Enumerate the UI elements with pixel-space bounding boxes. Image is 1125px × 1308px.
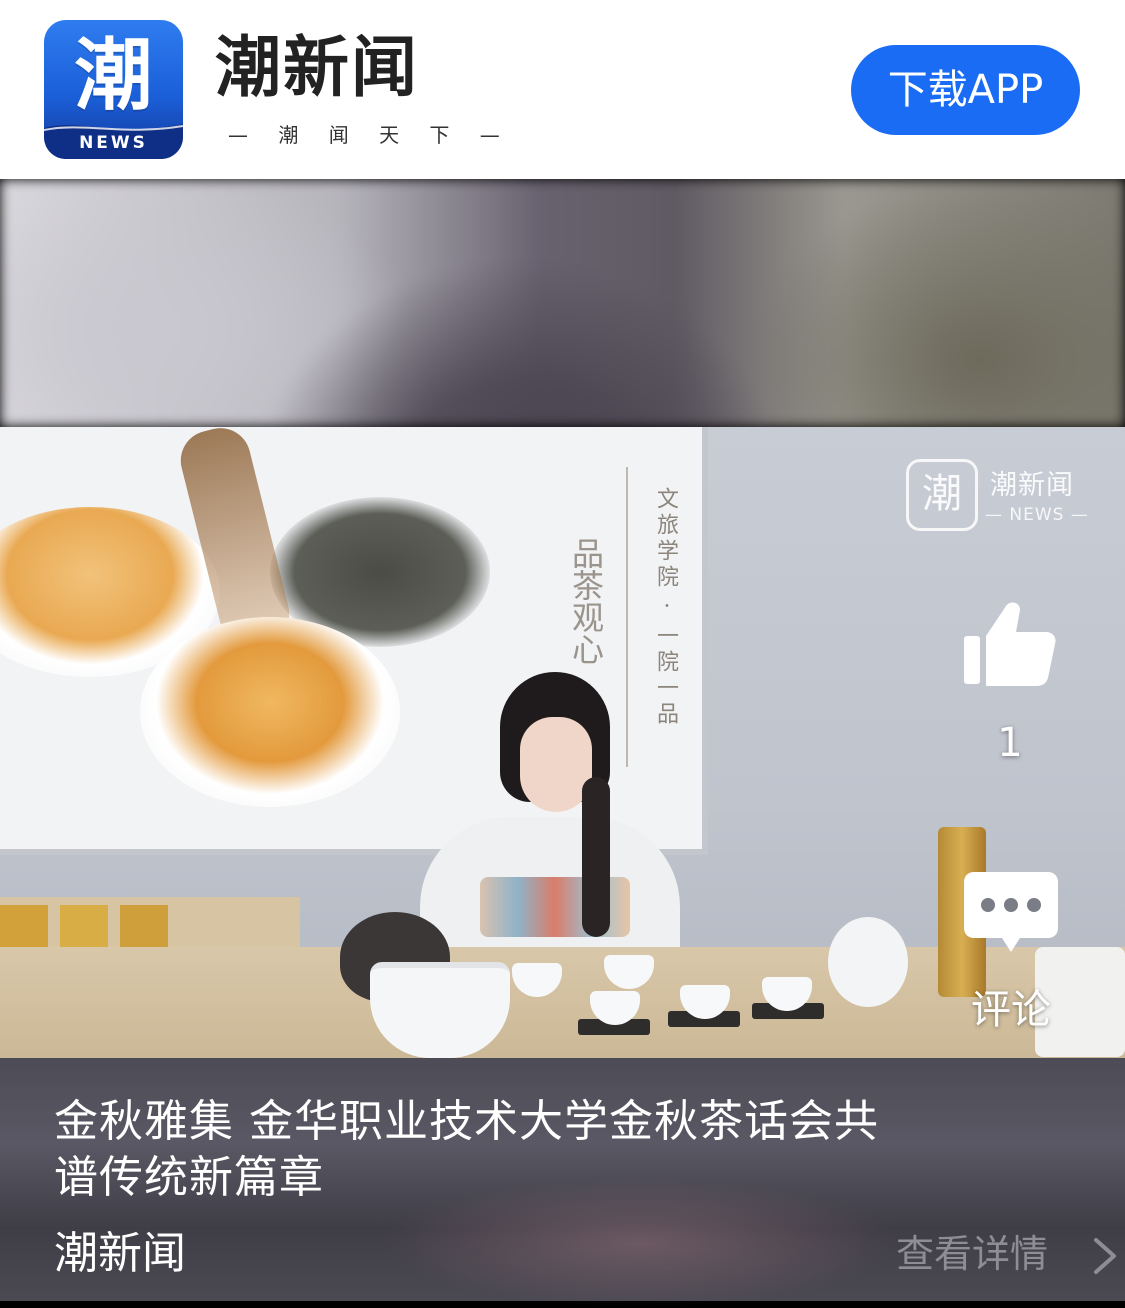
scene-white-vase	[828, 917, 908, 1007]
screen-text-side: 文旅学院 · 一院一品	[653, 487, 678, 728]
thumbs-up-icon[interactable]	[962, 598, 1058, 690]
article-source: 潮新闻	[54, 1228, 186, 1279]
app-slogan: — 潮 闻 天 下 —	[228, 123, 512, 147]
logo-news-text: NEWS	[79, 133, 148, 153]
screen-divider	[626, 467, 628, 767]
like-count: 1	[997, 720, 1023, 766]
watermark-news: — NEWS —	[985, 505, 1089, 525]
scene-person-braid	[582, 777, 610, 937]
app-header: 潮 NEWS 潮新闻 — 潮 闻 天 下 — 下载APP	[0, 0, 1125, 179]
app-name: 潮新闻	[215, 29, 419, 106]
download-app-button[interactable]: 下载APP	[851, 45, 1080, 135]
watermark-logo: 潮	[906, 459, 978, 531]
video-player[interactable]: 品茶观心 文旅学院 · 一院一品 潮 潮新闻 — NEWS —	[0, 427, 1125, 1058]
comment-label[interactable]: 评论	[952, 986, 1070, 1034]
scene-tea-bowl	[140, 617, 400, 807]
blurred-video-background	[0, 179, 1125, 427]
chat-bubble-icon[interactable]	[964, 872, 1058, 956]
watermark-name: 潮新闻	[990, 470, 1074, 501]
screen-text-main: 品茶观心	[567, 537, 605, 665]
chevron-right-icon[interactable]	[1090, 1236, 1120, 1276]
blurred-backdrop	[0, 179, 1125, 427]
view-details-link[interactable]: 查看详情	[896, 1226, 1048, 1282]
scene-large-bowl	[370, 962, 510, 1058]
article-title[interactable]: 金秋雅集 金华职业技术大学金秋茶话会共谱传统新篇章	[54, 1094, 884, 1206]
logo-char: 潮	[74, 30, 153, 121]
app-logo: 潮 NEWS	[44, 20, 183, 159]
watermark-logo-char: 潮	[922, 471, 962, 517]
